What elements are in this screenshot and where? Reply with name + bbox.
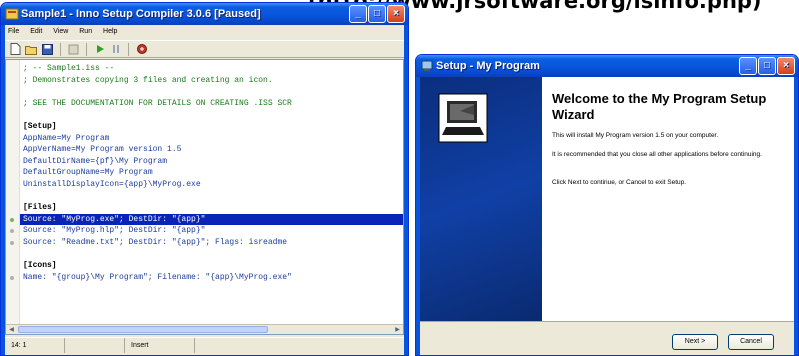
code-line[interactable] [20,109,403,121]
pause-icon[interactable] [109,43,122,56]
menu-view[interactable]: View [53,28,68,35]
wizard-welcome-page: Welcome to the My Program Setup Wizard T… [542,77,794,321]
scroll-right-icon[interactable]: ▶ [393,326,402,334]
code-line[interactable]: [Files] [20,202,403,214]
toolbar [5,40,404,58]
editor-gutter [6,60,20,324]
code-line[interactable]: Source: "Readme.txt"; DestDir: "{app}"; … [10,237,403,249]
wizard-text-recommend: It is recommended that you close all oth… [552,151,762,158]
inno-title: Sample1 - Inno Setup Compiler 3.0.6 [Pau… [21,8,261,20]
run-icon[interactable] [93,43,106,56]
setup-title: Setup - My Program [436,60,540,72]
code-line[interactable]: DefaultDirName={pf}\My Program [20,156,403,168]
empty-status-cell [65,338,125,353]
menu-help[interactable]: Help [103,28,117,35]
inno-app-icon [5,8,19,20]
scroll-thumb[interactable] [18,326,268,333]
maximize-button[interactable]: □ [368,5,386,23]
inno-setup-window: Sample1 - Inno Setup Compiler 3.0.6 [Pau… [0,2,409,356]
new-file-icon[interactable] [9,43,22,56]
code-line[interactable]: AppName=My Program [20,133,403,145]
breakpoint-marker [10,275,14,280]
close-button[interactable]: × [387,5,405,23]
code-line[interactable]: ; Demonstrates copying 3 files and creat… [20,75,403,87]
code-line[interactable]: Source: "MyProg.hlp"; DestDir: "{app}" [10,225,403,237]
code-line[interactable]: ; -- Sample1.iss -- [20,63,403,75]
setup-titlebar[interactable]: Setup - My Program _ □ × [416,55,798,77]
code-line[interactable]: [Icons] [20,260,403,272]
close-button[interactable]: × [777,57,795,75]
breakpoint-marker [10,217,14,222]
code-line[interactable] [20,249,403,261]
insert-mode: Insert [125,338,195,353]
code-line[interactable] [20,191,403,203]
breakpoint-marker [10,240,14,245]
horizontal-scrollbar[interactable]: ◀ ▶ [6,324,403,334]
minimize-button[interactable]: _ [349,5,367,23]
cursor-position: 14: 1 [5,338,65,353]
compile-icon[interactable] [67,43,80,56]
save-icon[interactable] [41,43,54,56]
menu-edit[interactable]: Edit [30,28,42,35]
code-line[interactable]: Name: "{group}\My Program"; Filename: "{… [10,272,403,284]
open-folder-icon[interactable] [25,43,38,56]
minimize-button[interactable]: _ [739,57,757,75]
inno-titlebar[interactable]: Sample1 - Inno Setup Compiler 3.0.6 [Pau… [1,3,408,25]
wizard-icon[interactable] [135,43,148,56]
code-line[interactable]: [Setup] [20,121,403,133]
code-lines: ; -- Sample1.iss --; Demonstrates copyin… [10,63,403,284]
cancel-button[interactable]: Cancel [728,334,774,350]
setup-app-icon [421,60,433,71]
next-button[interactable]: Next > [672,334,718,350]
code-line[interactable]: DefaultGroupName=My Program [20,167,403,179]
wizard-side-panel [420,77,542,321]
setup-wizard-window: Setup - My Program _ □ × Welcome to the … [415,54,799,356]
code-line[interactable]: ; SEE THE DOCUMENTATION FOR DETAILS ON C… [20,98,403,110]
wizard-heading: Welcome to the My Program Setup Wizard [552,91,767,122]
scroll-left-icon[interactable]: ◀ [7,326,16,334]
script-editor[interactable]: ; -- Sample1.iss --; Demonstrates copyin… [5,59,404,335]
selected-code-line[interactable]: Source: "MyProg.exe"; DestDir: "{app}" [10,213,403,226]
wizard-text-install: This will install My Program version 1.5… [552,132,719,139]
menu-file[interactable]: File [8,28,19,35]
status-bar: 14: 1 Insert [5,337,404,353]
maximize-button[interactable]: □ [758,57,776,75]
code-line[interactable]: AppVerName=My Program version 1.5 [20,144,403,156]
wizard-button-bar: Next > Cancel [420,321,794,355]
code-line[interactable]: UninstallDisplayIcon={app}\MyProg.exe [20,179,403,191]
wizard-text-continue: Click Next to continue, or Cancel to exi… [552,179,687,186]
menu-run[interactable]: Run [79,28,92,35]
code-line[interactable] [20,86,403,98]
computer-install-icon [438,93,488,143]
menu-bar: File Edit View Run Help [5,25,404,39]
